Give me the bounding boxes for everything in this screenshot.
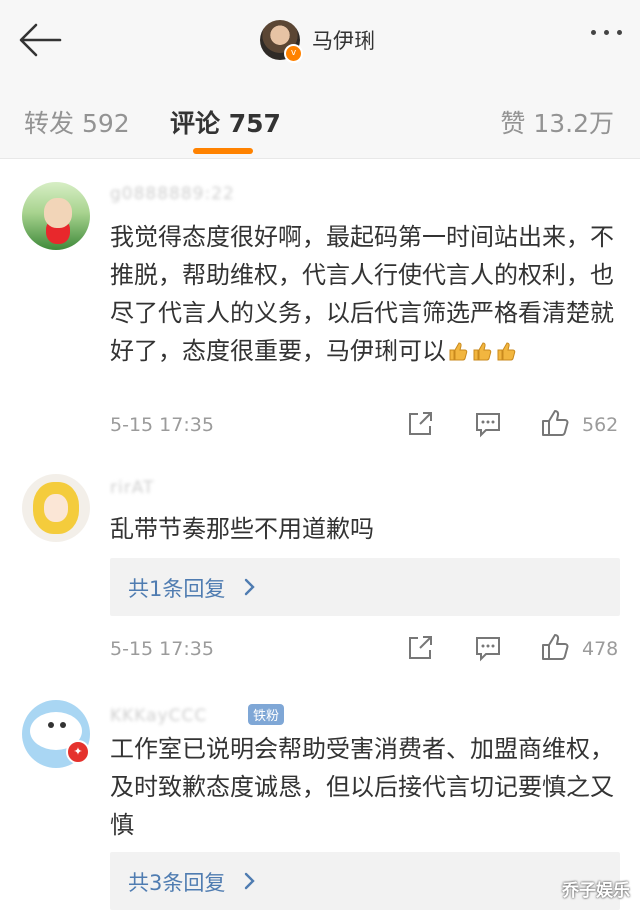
like-count: 478 <box>582 638 619 660</box>
comment-icon <box>476 637 500 662</box>
verified-badge: v <box>284 44 303 63</box>
reply-summary-box[interactable]: 共3条回复 <box>110 852 620 910</box>
watermark: 乔子娱乐 <box>562 881 630 901</box>
thumbs-up-icon <box>542 634 569 660</box>
reply-button[interactable] <box>474 634 502 666</box>
avatar[interactable] <box>22 182 90 250</box>
avatar[interactable] <box>22 474 90 542</box>
more-dot <box>604 30 609 35</box>
profile-header[interactable]: v 马伊琍 <box>260 18 375 63</box>
comment-time: 5-15 17:35 <box>110 638 214 660</box>
arrow-left-icon <box>19 23 62 57</box>
chevron-right-icon <box>244 578 255 596</box>
repost-button[interactable] <box>406 410 434 442</box>
active-tab-indicator <box>193 148 253 154</box>
reply-summary-link[interactable]: 共1条回复 <box>128 573 225 603</box>
comment-username[interactable]: g0888889:22 <box>110 184 235 204</box>
like-button[interactable] <box>540 632 570 666</box>
tab-repost[interactable]: 转发 592 <box>24 104 130 140</box>
comment-text: 我觉得态度很好啊，最起码第一时间站出来，不推脱，帮助维权，代言人行使代言人的权利… <box>110 218 620 370</box>
comment-text: 工作室已说明会帮助受害消费者、加盟商维权，及时致歉态度诚恳，但以后接代言切记要慎… <box>110 735 614 839</box>
tab-bar: 转发 592 评论 757 赞 13.2万 <box>0 80 640 159</box>
comment-item: g0888889:22 我觉得态度很好啊，最起码第一时间站出来，不推脱，帮助维权… <box>0 160 640 460</box>
comment-username[interactable]: rirAT <box>110 478 154 498</box>
more-dot <box>617 30 622 35</box>
verified-red-badge: ✦ <box>66 740 90 764</box>
reply-summary-box[interactable]: 共1条回复 <box>110 558 620 616</box>
share-icon <box>409 412 432 435</box>
repost-button[interactable] <box>406 634 434 666</box>
comment-icon <box>476 413 500 438</box>
thumbs-up-icon <box>542 410 569 436</box>
comment-time: 5-15 17:35 <box>110 414 214 436</box>
chevron-right-icon <box>244 872 255 890</box>
avatar[interactable]: v <box>260 20 303 63</box>
tab-like[interactable]: 赞 13.2万 <box>500 104 614 140</box>
share-icon <box>409 636 432 659</box>
top-nav-bar: v 马伊琍 <box>0 0 640 81</box>
tab-comment[interactable]: 评论 757 <box>170 104 281 140</box>
like-button[interactable] <box>540 408 570 442</box>
back-button[interactable] <box>16 22 64 58</box>
reply-button[interactable] <box>474 410 502 442</box>
like-count: 562 <box>582 414 619 436</box>
profile-name[interactable]: 马伊琍 <box>312 25 375 55</box>
more-button[interactable] <box>591 30 622 35</box>
thumbs-up-emoji <box>446 337 518 365</box>
reply-summary-link[interactable]: 共3条回复 <box>128 867 225 897</box>
comment-username[interactable]: KKKayCCC <box>110 706 207 726</box>
comment-item: rirAT 乱带节奏那些不用道歉吗 共1条回复 5-15 17:35 478 <box>0 460 640 692</box>
comment-text: 乱带节奏那些不用道歉吗 <box>110 515 374 543</box>
fan-badge: 铁粉 <box>248 704 285 725</box>
more-dots-icon <box>591 30 596 35</box>
comment-item: ✦ KKKayCCC 铁粉 工作室已说明会帮助受害消费者、加盟商维权，及时致歉态… <box>0 692 640 911</box>
comment-body: 我觉得态度很好啊，最起码第一时间站出来，不推脱，帮助维权，代言人行使代言人的权利… <box>110 223 614 365</box>
